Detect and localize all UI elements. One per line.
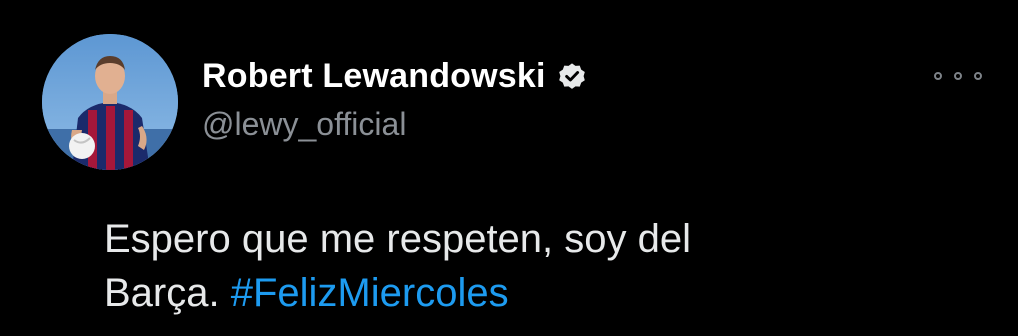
hashtag-link[interactable]: #FelizMiercoles bbox=[231, 271, 509, 315]
author-avatar[interactable] bbox=[42, 34, 178, 170]
avatar-photo bbox=[42, 34, 178, 170]
author-handle[interactable]: @lewy_official bbox=[202, 106, 406, 143]
tweet-card: Robert Lewandowski @lewy_official Espero… bbox=[0, 0, 1018, 336]
author-name-row: Robert Lewandowski bbox=[202, 54, 588, 98]
tweet-text-plain: Barça. bbox=[104, 271, 220, 315]
author-name[interactable]: Robert Lewandowski bbox=[202, 57, 546, 96]
tweet-text: Espero que me respeten, soy del Barça. #… bbox=[104, 212, 984, 320]
more-dot bbox=[934, 72, 942, 80]
more-dot bbox=[974, 72, 982, 80]
tweet-text-line-1: Espero que me respeten, soy del bbox=[104, 217, 692, 261]
more-dot bbox=[954, 72, 962, 80]
tweet-text-line-2: Barça. #FelizMiercoles bbox=[104, 266, 984, 320]
more-options-icon[interactable] bbox=[934, 62, 982, 90]
verified-badge-icon bbox=[556, 60, 588, 92]
